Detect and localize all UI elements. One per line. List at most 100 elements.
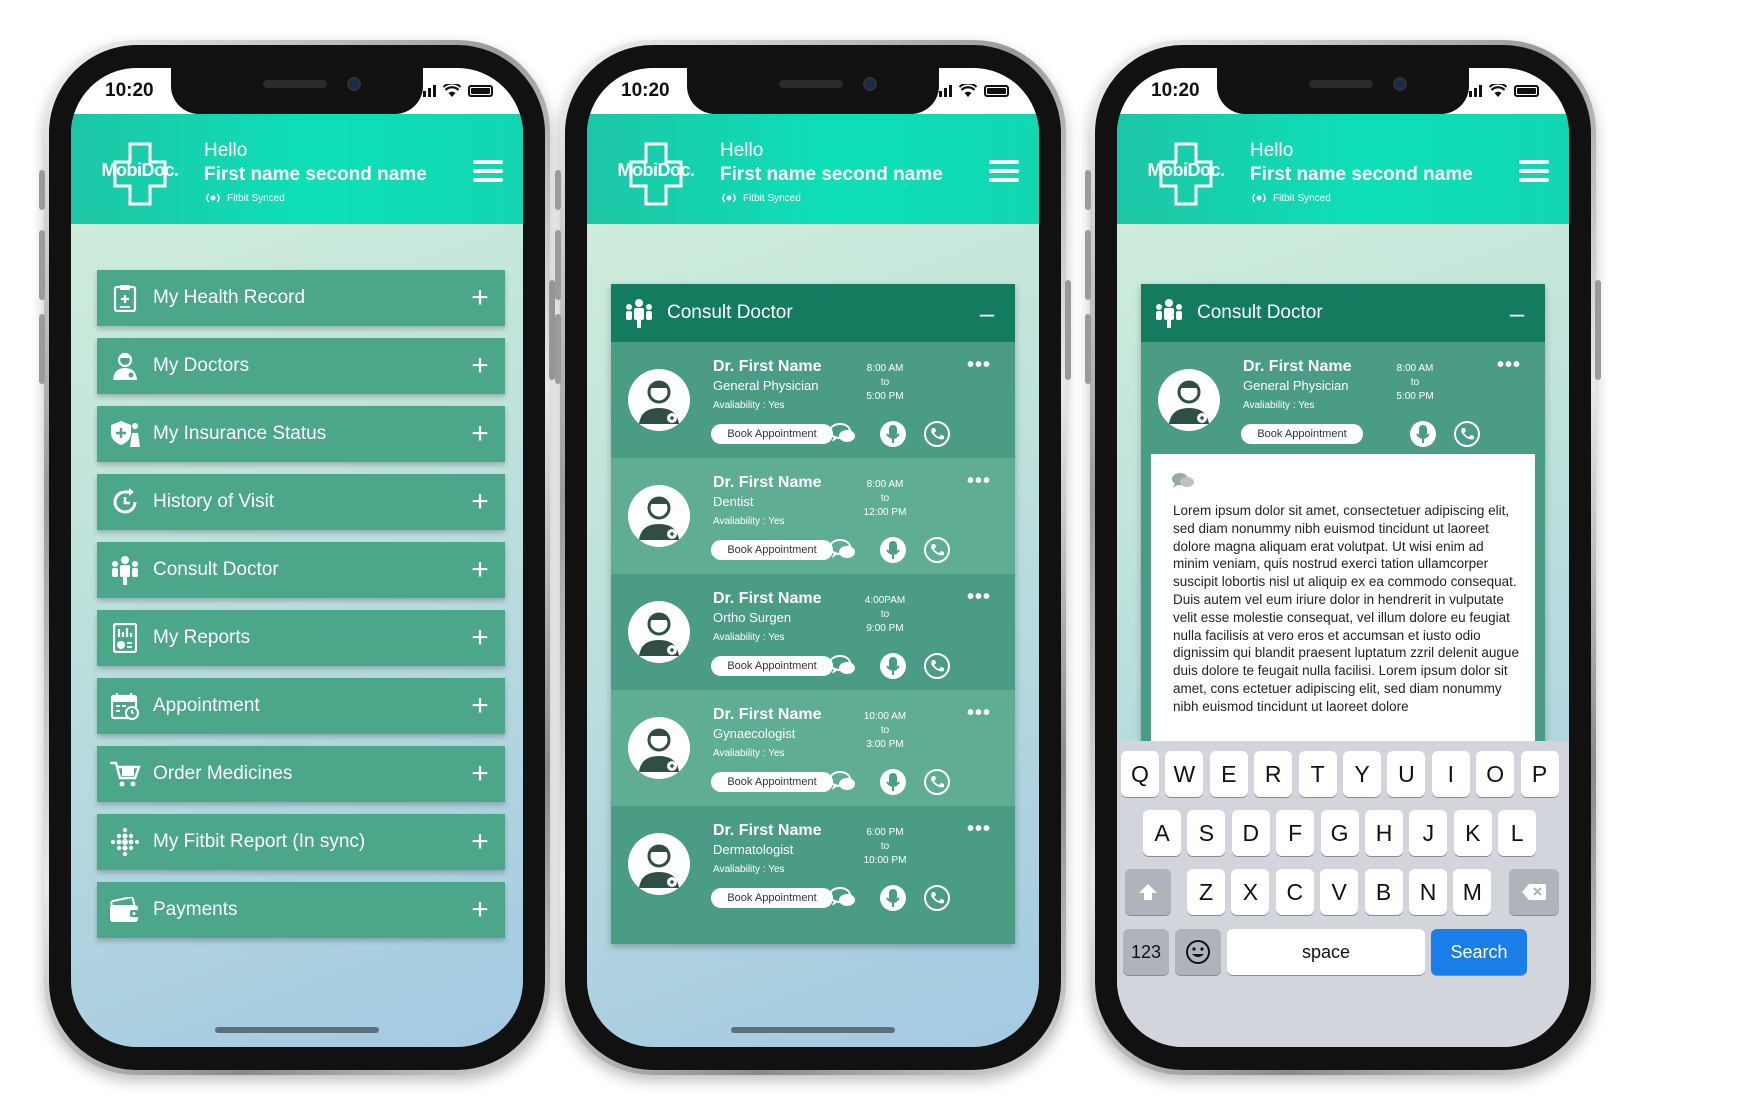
doctor-row[interactable]: Dr. First Name Gynaecologist Avaliability … [611, 690, 1015, 806]
microphone-icon[interactable] [879, 768, 907, 796]
collapse-button[interactable]: – [1489, 298, 1545, 329]
more-options-button[interactable]: ••• [1497, 354, 1521, 377]
menu-item-reports[interactable]: My Reports + [97, 610, 505, 666]
numbers-key[interactable]: 123 [1123, 929, 1169, 975]
key-o[interactable]: O [1476, 751, 1515, 797]
key-s[interactable]: S [1187, 810, 1226, 856]
reports-icon [97, 610, 153, 666]
more-options-button[interactable]: ••• [967, 354, 991, 377]
chat-icon[interactable] [829, 768, 857, 796]
key-i[interactable]: I [1431, 751, 1470, 797]
selected-doctor-row[interactable]: Dr. First Name General Physician Avaliab… [1141, 342, 1545, 458]
emoji-key[interactable] [1175, 929, 1221, 975]
key-u[interactable]: U [1387, 751, 1426, 797]
menu-button[interactable] [989, 160, 1019, 182]
key-e[interactable]: E [1209, 751, 1248, 797]
phone-call-icon[interactable] [923, 768, 951, 796]
menu-item-fitbit[interactable]: My Fitbit Report (In sync) + [97, 814, 505, 870]
key-l[interactable]: L [1498, 810, 1537, 856]
chat-icon[interactable] [829, 884, 857, 912]
key-j[interactable]: J [1409, 810, 1448, 856]
backspace-key[interactable] [1509, 869, 1559, 915]
doctor-specialty: General Physician [1243, 378, 1349, 393]
doctor-row[interactable]: Dr. First Name Dentist Avaliability : Yes 8… [611, 458, 1015, 574]
menu-item-label: My Health Record [153, 287, 306, 308]
space-key[interactable]: space [1227, 929, 1425, 975]
menu-item-doctor[interactable]: My Doctors + [97, 338, 505, 394]
microphone-icon[interactable] [879, 884, 907, 912]
key-v[interactable]: V [1320, 869, 1359, 915]
key-z[interactable]: Z [1187, 869, 1225, 915]
book-appointment-button[interactable]: Book Appointment [711, 424, 833, 444]
chat-icon[interactable] [829, 420, 857, 448]
more-options-button[interactable]: ••• [967, 470, 991, 493]
book-appointment-button[interactable]: Book Appointment [711, 656, 833, 676]
more-options-button[interactable]: ••• [967, 586, 991, 609]
phone-call-icon[interactable] [923, 884, 951, 912]
expand-plus-icon[interactable]: + [455, 281, 505, 315]
key-n[interactable]: N [1409, 869, 1447, 915]
key-d[interactable]: D [1231, 810, 1270, 856]
home-indicator[interactable] [215, 1027, 379, 1033]
expand-plus-icon[interactable]: + [455, 485, 505, 519]
shift-key[interactable] [1125, 869, 1171, 915]
menu-item-cart[interactable]: Order Medicines + [97, 746, 505, 802]
phone-call-icon[interactable] [923, 652, 951, 680]
menu-item-calendar[interactable]: Appointment + [97, 678, 505, 734]
key-f[interactable]: F [1276, 810, 1315, 856]
key-h[interactable]: H [1365, 810, 1403, 856]
microphone-icon[interactable] [879, 420, 907, 448]
home-indicator[interactable] [731, 1027, 895, 1033]
key-g[interactable]: G [1320, 810, 1359, 856]
consult-panel-header[interactable]: Consult Doctor – [611, 284, 1015, 342]
expand-plus-icon[interactable]: + [455, 757, 505, 791]
expand-plus-icon[interactable]: + [455, 349, 505, 383]
expand-plus-icon[interactable]: + [455, 893, 505, 927]
menu-button[interactable] [1519, 160, 1549, 182]
expand-plus-icon[interactable]: + [455, 621, 505, 655]
chat-message-card[interactable]: Lorem ipsum dolor sit amet, consectetuer… [1151, 454, 1535, 774]
doctor-row[interactable]: Dr. First Name Dermatologist Avaliability … [611, 806, 1015, 922]
menu-item-consult[interactable]: Consult Doctor + [97, 542, 505, 598]
expand-plus-icon[interactable]: + [455, 417, 505, 451]
microphone-icon[interactable] [879, 536, 907, 564]
key-q[interactable]: Q [1121, 751, 1159, 797]
more-options-button[interactable]: ••• [967, 702, 991, 725]
book-appointment-button[interactable]: Book Appointment [711, 772, 833, 792]
key-c[interactable]: C [1275, 869, 1314, 915]
key-x[interactable]: X [1231, 869, 1270, 915]
book-appointment-button[interactable]: Book Appointment [1241, 424, 1363, 444]
phone-call-icon[interactable] [923, 536, 951, 564]
chat-icon[interactable] [829, 652, 857, 680]
doctor-row[interactable]: Dr. First Name Ortho Surgen Avaliability :… [611, 574, 1015, 690]
menu-item-health-record[interactable]: My Health Record + [97, 270, 505, 326]
key-w[interactable]: W [1165, 751, 1204, 797]
book-appointment-button[interactable]: Book Appointment [711, 888, 833, 908]
doctor-row[interactable]: Dr. First Name General Physician Avaliabil… [611, 342, 1015, 458]
collapse-button[interactable]: – [959, 298, 1015, 329]
key-r[interactable]: R [1254, 751, 1293, 797]
key-a[interactable]: A [1143, 810, 1181, 856]
more-options-button[interactable]: ••• [967, 818, 991, 841]
expand-plus-icon[interactable]: + [455, 689, 505, 723]
menu-button[interactable] [473, 160, 503, 182]
menu-item-wallet[interactable]: Payments + [97, 882, 505, 938]
expand-plus-icon[interactable]: + [455, 553, 505, 587]
menu-item-history[interactable]: History of Visit + [97, 474, 505, 530]
menu-item-insurance[interactable]: My Insurance Status + [97, 406, 505, 462]
key-y[interactable]: Y [1343, 751, 1381, 797]
expand-plus-icon[interactable]: + [455, 825, 505, 859]
key-k[interactable]: K [1453, 810, 1492, 856]
phone-call-icon[interactable] [1453, 420, 1481, 448]
microphone-icon[interactable] [1409, 420, 1437, 448]
key-p[interactable]: P [1520, 751, 1559, 797]
microphone-icon[interactable] [879, 652, 907, 680]
consult-panel-header[interactable]: Consult Doctor – [1141, 284, 1545, 342]
chat-icon[interactable] [829, 536, 857, 564]
book-appointment-button[interactable]: Book Appointment [711, 540, 833, 560]
key-m[interactable]: M [1453, 869, 1492, 915]
key-t[interactable]: T [1298, 751, 1337, 797]
phone-call-icon[interactable] [923, 420, 951, 448]
key-b[interactable]: B [1364, 869, 1403, 915]
search-key[interactable]: Search [1431, 929, 1527, 975]
